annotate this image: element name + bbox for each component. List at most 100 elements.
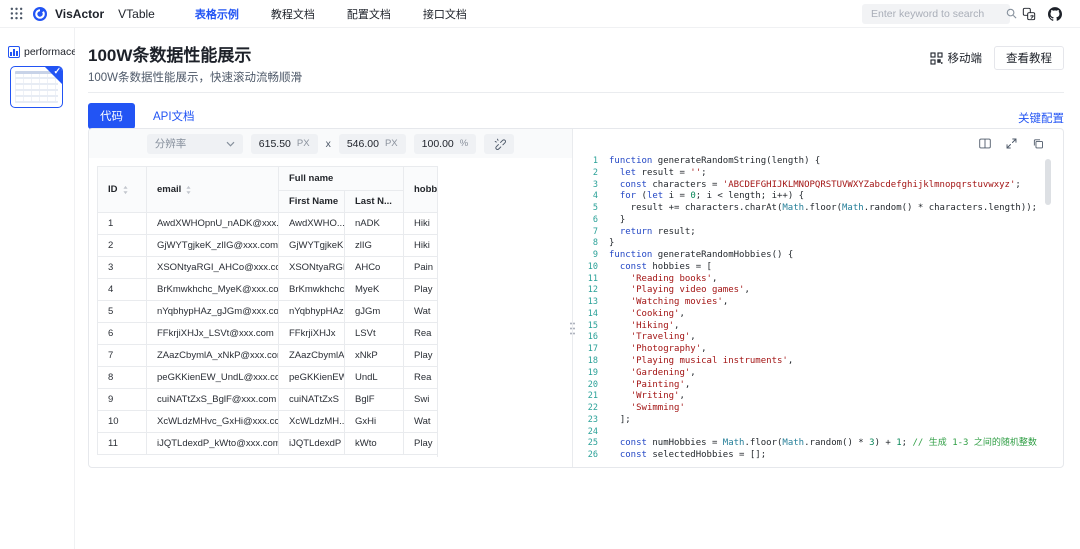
zoom-input[interactable]: 100.00 % — [414, 134, 477, 154]
cell-first_name[interactable]: nYqbhypHAz — [279, 301, 345, 323]
cell-first_name[interactable]: AwdXWHO... — [279, 213, 345, 235]
search-box[interactable] — [862, 4, 1010, 24]
preview-pane: 分辨率 615.50 PX x 546.00 PX 100.00 % — [89, 129, 573, 467]
tab-code[interactable]: 代码 — [88, 103, 135, 129]
brand-name[interactable]: VisActor — [55, 7, 104, 21]
code-lines: 1function generateRandomString(length) {… — [574, 156, 1055, 465]
cell-hobbies[interactable]: Play — [404, 345, 439, 367]
cell-email[interactable]: FFkrjiXHJx_LSVt@xxx.com — [147, 323, 279, 345]
cell-id[interactable]: 1 — [98, 213, 147, 235]
column-header-hobbies[interactable]: hobbies — [404, 167, 439, 213]
product-name[interactable]: VTable — [118, 7, 155, 21]
visactor-logo-icon[interactable] — [32, 6, 48, 22]
cell-last_name[interactable]: xNkP — [345, 345, 404, 367]
language-switch-icon[interactable] — [1022, 7, 1036, 21]
cell-hobbies[interactable]: Hiki — [404, 213, 439, 235]
cell-email[interactable]: cuiNATtZxS_BglF@xxx.com — [147, 389, 279, 411]
key-config-link[interactable]: 关键配置 — [1018, 110, 1064, 126]
cell-hobbies[interactable]: Rea — [404, 323, 439, 345]
cell-id[interactable]: 4 — [98, 279, 147, 301]
width-input[interactable]: 615.50 PX — [251, 134, 318, 154]
line-number: 21 — [574, 391, 598, 403]
fullscreen-expand-icon[interactable] — [1005, 137, 1018, 150]
cell-id[interactable]: 3 — [98, 257, 147, 279]
cell-email[interactable]: XcWLdzMHvc_GxHi@xxx.com — [147, 411, 279, 433]
broken-link-icon — [493, 137, 506, 150]
cell-last_name[interactable]: LSVt — [345, 323, 404, 345]
column-header-lastname[interactable]: Last N... — [345, 191, 404, 213]
table-row: 8peGKKienEW_UndL@xxx.compeGKKienEWUndLRe… — [98, 367, 439, 389]
cell-last_name[interactable]: MyeK — [345, 279, 404, 301]
search-input[interactable] — [871, 8, 1006, 20]
cell-id[interactable]: 5 — [98, 301, 147, 323]
code-line: 5 result += characters.charAt(Math.floor… — [574, 203, 1055, 215]
cell-last_name[interactable]: GxHi — [345, 411, 404, 433]
cell-id[interactable]: 7 — [98, 345, 147, 367]
cell-last_name[interactable]: UndL — [345, 367, 404, 389]
column-header-id[interactable]: ID — [98, 167, 147, 213]
cell-email[interactable]: BrKmwkhchc_MyeK@xxx.com — [147, 279, 279, 301]
cell-id[interactable]: 11 — [98, 433, 147, 455]
copy-code-icon[interactable] — [1031, 137, 1045, 150]
cell-first_name[interactable]: XcWLdzMH... — [279, 411, 345, 433]
nav-item-4[interactable]: 接口文档 — [423, 6, 467, 22]
cell-first_name[interactable]: peGKKienEW — [279, 367, 345, 389]
cell-last_name[interactable]: nADK — [345, 213, 404, 235]
height-input[interactable]: 546.00 PX — [339, 134, 406, 154]
apps-waffle-icon[interactable] — [10, 7, 23, 20]
tab-api-doc[interactable]: API文档 — [153, 108, 195, 124]
mobile-view-button[interactable]: 移动端 — [930, 50, 983, 66]
cell-email[interactable]: ZAazCbymlA_xNkP@xxx.com — [147, 345, 279, 367]
cell-first_name[interactable]: FFkrjiXHJx — [279, 323, 345, 345]
cell-hobbies[interactable]: Play — [404, 433, 439, 455]
cell-email[interactable]: peGKKienEW_UndL@xxx.com — [147, 367, 279, 389]
cell-email[interactable]: GjWYTgjkeK_zlIG@xxx.com — [147, 235, 279, 257]
cell-email[interactable]: iJQTLdexdP_kWto@xxx.com — [147, 433, 279, 455]
cell-hobbies[interactable]: Wat — [404, 301, 439, 323]
cell-first_name[interactable]: BrKmwkhchc — [279, 279, 345, 301]
nav-item-2[interactable]: 教程文档 — [271, 6, 315, 22]
view-tutorial-button[interactable]: 查看教程 — [994, 46, 1064, 70]
cell-id[interactable]: 6 — [98, 323, 147, 345]
cell-first_name[interactable]: XSONtyaRGI — [279, 257, 345, 279]
cell-first_name[interactable]: ZAazCbymlA — [279, 345, 345, 367]
column-header-fullname[interactable]: Full name — [279, 167, 404, 191]
cell-last_name[interactable]: gJGm — [345, 301, 404, 323]
cell-hobbies[interactable]: Play — [404, 279, 439, 301]
nav-item-1[interactable]: 表格示例 — [195, 6, 239, 22]
cell-last_name[interactable]: zlIG — [345, 235, 404, 257]
demo-thumbnail-selected[interactable]: ✓ — [10, 66, 63, 108]
cell-email[interactable]: AwdXWHOpnU_nADK@xxx.com — [147, 213, 279, 235]
cell-hobbies[interactable]: Wat — [404, 411, 439, 433]
cell-email[interactable]: XSONtyaRGI_AHCo@xxx.com — [147, 257, 279, 279]
height-unit: PX — [385, 138, 398, 149]
cell-email[interactable]: nYqbhypHAz_gJGm@xxx.com — [147, 301, 279, 323]
code-text: 'Reading books', — [609, 274, 717, 286]
line-number: 6 — [574, 215, 598, 227]
cell-last_name[interactable]: kWto — [345, 433, 404, 455]
nav-item-3[interactable]: 配置文档 — [347, 6, 391, 22]
search-icon[interactable] — [1006, 8, 1017, 19]
split-view-icon[interactable] — [978, 137, 992, 150]
column-header-email[interactable]: email — [147, 167, 279, 213]
column-header-firstname[interactable]: First Name — [279, 191, 345, 213]
editor-scrollbar[interactable] — [1045, 159, 1051, 205]
pane-resize-handle[interactable] — [569, 321, 576, 336]
cell-id[interactable]: 10 — [98, 411, 147, 433]
github-icon[interactable] — [1048, 7, 1062, 21]
cell-first_name[interactable]: iJQTLdexdP — [279, 433, 345, 455]
cell-hobbies[interactable]: Hiki — [404, 235, 439, 257]
cell-id[interactable]: 9 — [98, 389, 147, 411]
cell-last_name[interactable]: BglF — [345, 389, 404, 411]
cell-first_name[interactable]: cuiNATtZxS — [279, 389, 345, 411]
cell-id[interactable]: 8 — [98, 367, 147, 389]
cell-id[interactable]: 2 — [98, 235, 147, 257]
resolution-select[interactable]: 分辨率 — [147, 134, 243, 154]
code-text: function generateRandomString(length) { — [609, 156, 820, 168]
cell-first_name[interactable]: GjWYTgjkeK — [279, 235, 345, 257]
cell-last_name[interactable]: AHCo — [345, 257, 404, 279]
cell-hobbies[interactable]: Swi — [404, 389, 439, 411]
cell-hobbies[interactable]: Rea — [404, 367, 439, 389]
unlink-aspect-button[interactable] — [484, 134, 514, 154]
cell-hobbies[interactable]: Pain — [404, 257, 439, 279]
